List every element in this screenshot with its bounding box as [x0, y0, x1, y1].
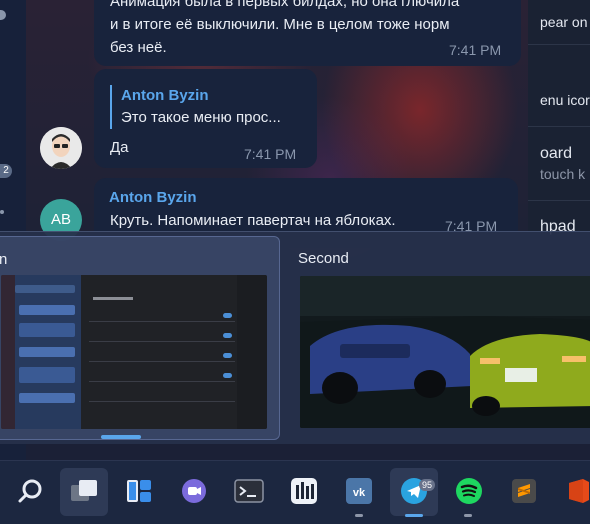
teams-chat-icon[interactable]: [177, 474, 211, 508]
settings-window-thumbnail[interactable]: [1, 275, 267, 429]
telegram-window-thumbnail: [1, 275, 81, 429]
widgets-icon[interactable]: [122, 474, 156, 508]
vk-icon[interactable]: vk: [342, 474, 376, 508]
active-group-indicator: [101, 435, 141, 439]
running-indicator: [464, 514, 472, 517]
indicator-dot: [0, 210, 4, 214]
avatar-image: [40, 127, 82, 169]
reply-bar: [110, 85, 112, 129]
svg-text:vk: vk: [353, 487, 366, 499]
panel-item[interactable]: pear on: [540, 14, 587, 30]
audio-app-icon[interactable]: [287, 474, 321, 508]
terminal-icon[interactable]: [232, 474, 266, 508]
message-line: Анимация была в первых билдах, но она гл…: [110, 0, 460, 10]
message-text: Да: [110, 139, 129, 156]
message-time: 7:41 PM: [449, 42, 502, 58]
settings-panel: pear on enu icor oard touch k hpad: [528, 0, 590, 236]
task-view-icon[interactable]: [67, 474, 101, 508]
panel-item[interactable]: enu icor: [540, 92, 590, 108]
avatar[interactable]: [40, 127, 82, 169]
snap-group-second[interactable]: Second: [286, 236, 590, 438]
message-sender[interactable]: Anton Byzin: [109, 189, 197, 206]
game-window-thumbnail[interactable]: [300, 276, 590, 428]
panel-item[interactable]: oard: [540, 145, 572, 163]
car-scene-image: [300, 276, 590, 428]
reply-sender[interactable]: Anton Byzin: [121, 87, 209, 104]
snap-group-first[interactable]: n: [0, 236, 280, 440]
message-bubble[interactable]: Анимация была в первых билдах, но она гл…: [94, 0, 521, 66]
active-indicator: [405, 514, 423, 517]
snap-group-title: Second: [298, 250, 349, 267]
message-bubble[interactable]: Anton Byzin Это такое меню прос... Да 7:…: [94, 69, 317, 168]
search-icon[interactable]: [13, 474, 47, 508]
office-icon[interactable]: [562, 474, 590, 508]
unread-badge: 2: [0, 164, 12, 178]
message-line: и в итоге её выключили. Мне в целом тоже…: [110, 16, 450, 33]
snap-groups-popup: n Second: [0, 231, 590, 444]
snap-group-title: n: [0, 251, 8, 268]
panel-item-sub: touch k: [540, 166, 586, 182]
taskbar: vk 95: [0, 460, 590, 524]
indicator-dot: [0, 10, 6, 20]
sublime-text-icon[interactable]: [507, 474, 541, 508]
message-line: без неё.: [110, 39, 167, 56]
telegram-badge: 95: [419, 479, 436, 491]
running-indicator: [355, 514, 363, 517]
spotify-icon[interactable]: [452, 474, 486, 508]
reply-preview[interactable]: Это такое меню прос...: [121, 109, 281, 126]
message-text: Круть. Напоминает павертач на яблоках.: [110, 212, 396, 229]
message-time: 7:41 PM: [244, 146, 297, 162]
